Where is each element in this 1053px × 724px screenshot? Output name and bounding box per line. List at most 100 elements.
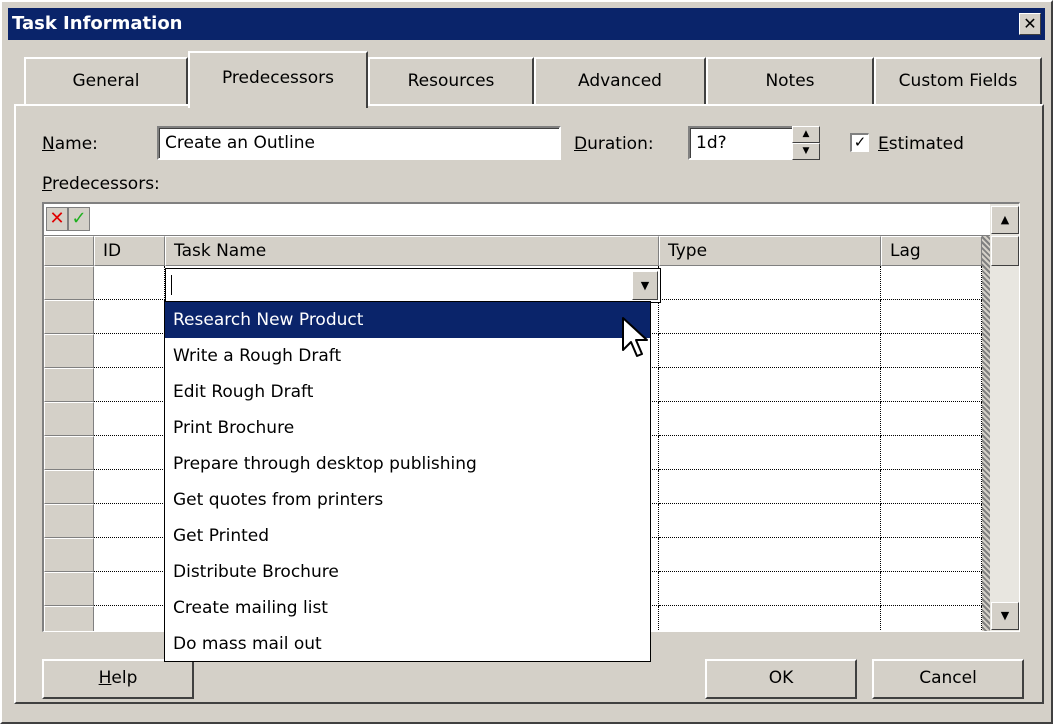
duration-label: Duration: bbox=[574, 134, 654, 154]
grid-cell[interactable] bbox=[94, 538, 165, 572]
grid-cell[interactable] bbox=[94, 436, 165, 470]
grid-cell[interactable] bbox=[881, 334, 982, 368]
title-bar: Task Information ✕ bbox=[8, 8, 1045, 40]
grid-cell[interactable] bbox=[881, 572, 982, 606]
tab-label: Advanced bbox=[578, 71, 662, 91]
grid-cell[interactable] bbox=[881, 470, 982, 504]
window-title: Task Information bbox=[12, 13, 183, 34]
grid-cell[interactable] bbox=[94, 334, 165, 368]
column-header-id[interactable]: ID bbox=[94, 236, 165, 266]
tab-notes[interactable]: Notes bbox=[706, 57, 874, 105]
row-header[interactable] bbox=[44, 300, 94, 334]
grid-cell[interactable] bbox=[659, 436, 881, 470]
dropdown-item[interactable]: Get Printed bbox=[165, 518, 650, 554]
grid-cell[interactable] bbox=[94, 606, 165, 631]
grid-cell[interactable] bbox=[659, 334, 881, 368]
scroll-thumb[interactable] bbox=[991, 236, 1019, 266]
grid-cell[interactable] bbox=[659, 606, 881, 631]
dropdown-arrow-icon[interactable]: ▼ bbox=[632, 271, 658, 300]
entry-bar[interactable]: ✕ ✓ bbox=[44, 204, 1019, 236]
row-header[interactable] bbox=[44, 266, 94, 300]
grid-cell[interactable] bbox=[659, 368, 881, 402]
corner-header bbox=[44, 236, 94, 266]
grid-cell[interactable] bbox=[659, 538, 881, 572]
dropdown-item[interactable]: Get quotes from printers bbox=[165, 482, 650, 518]
predecessors-label: Predecessors: bbox=[42, 174, 160, 194]
spin-down-icon[interactable]: ▼ bbox=[792, 143, 820, 160]
dropdown-item[interactable]: Prepare through desktop publishing bbox=[165, 446, 650, 482]
column-header-type[interactable]: Type bbox=[659, 236, 881, 266]
grid-cell[interactable] bbox=[94, 470, 165, 504]
row-header[interactable] bbox=[44, 606, 94, 631]
grid-cell[interactable] bbox=[94, 266, 165, 300]
scroll-up-icon[interactable]: ▲ bbox=[991, 206, 1019, 234]
vertical-scrollbar[interactable]: ▲ ▼ bbox=[990, 204, 1019, 631]
grid-cell[interactable] bbox=[881, 606, 982, 631]
row-header[interactable] bbox=[44, 368, 94, 402]
task-information-dialog: Task Information ✕ General Predecessors … bbox=[0, 0, 1053, 724]
accept-edit-icon[interactable]: ✓ bbox=[68, 207, 90, 231]
tab-general[interactable]: General bbox=[24, 57, 188, 105]
spin-up-icon[interactable]: ▲ bbox=[792, 126, 820, 143]
split-bar[interactable] bbox=[982, 236, 990, 631]
dropdown-item[interactable]: Write a Rough Draft bbox=[165, 338, 650, 374]
grid-cell[interactable] bbox=[659, 504, 881, 538]
grid-cell[interactable] bbox=[881, 504, 982, 538]
duration-spinner[interactable]: ▲ ▼ bbox=[792, 126, 820, 160]
grid-cell[interactable] bbox=[881, 436, 982, 470]
grid-cell[interactable] bbox=[659, 470, 881, 504]
mouse-pointer-icon bbox=[622, 317, 648, 357]
help-button[interactable]: Help bbox=[42, 659, 194, 699]
name-field[interactable]: Create an Outline bbox=[157, 126, 561, 160]
task-name-edit-cell[interactable]: ▼ bbox=[165, 268, 661, 303]
task-dropdown-list[interactable]: Research New Product Write a Rough Draft… bbox=[164, 301, 651, 662]
tab-label: Custom Fields bbox=[898, 71, 1018, 91]
row-header[interactable] bbox=[44, 572, 94, 606]
estimated-checkbox[interactable]: ✓ bbox=[850, 133, 869, 152]
grid-cell[interactable] bbox=[881, 266, 982, 300]
row-header[interactable] bbox=[44, 504, 94, 538]
grid-cell[interactable] bbox=[659, 572, 881, 606]
column-header-lag[interactable]: Lag bbox=[881, 236, 982, 266]
column-header-task-name[interactable]: Task Name bbox=[165, 236, 659, 266]
grid-cell[interactable] bbox=[94, 402, 165, 436]
tab-predecessors[interactable]: Predecessors bbox=[188, 51, 368, 108]
dropdown-item[interactable]: Distribute Brochure bbox=[165, 554, 650, 590]
dropdown-item[interactable]: Edit Rough Draft bbox=[165, 374, 650, 410]
row-header[interactable] bbox=[44, 538, 94, 572]
tab-custom-fields[interactable]: Custom Fields bbox=[874, 57, 1042, 105]
duration-field[interactable]: 1d? bbox=[688, 126, 794, 160]
tab-label: Predecessors bbox=[221, 68, 335, 88]
grid-cell[interactable] bbox=[94, 368, 165, 402]
cancel-edit-icon[interactable]: ✕ bbox=[46, 207, 68, 231]
row-header[interactable] bbox=[44, 334, 94, 368]
grid-cell[interactable] bbox=[659, 266, 881, 300]
grid-cell[interactable] bbox=[881, 300, 982, 334]
tab-label: Resources bbox=[407, 71, 495, 91]
grid-cell[interactable] bbox=[94, 300, 165, 334]
tab-advanced[interactable]: Advanced bbox=[534, 57, 706, 105]
tab-label: General bbox=[72, 71, 140, 91]
tab-resources[interactable]: Resources bbox=[368, 57, 534, 105]
scroll-down-icon[interactable]: ▼ bbox=[991, 602, 1019, 630]
row-header[interactable] bbox=[44, 402, 94, 436]
close-icon[interactable]: ✕ bbox=[1019, 13, 1041, 35]
dropdown-item[interactable]: Print Brochure bbox=[165, 410, 650, 446]
name-label: Name: bbox=[42, 134, 98, 154]
dropdown-item[interactable]: Create mailing list bbox=[165, 590, 650, 626]
dropdown-item[interactable]: Research New Product bbox=[165, 302, 650, 338]
cancel-button[interactable]: Cancel bbox=[872, 659, 1024, 699]
ok-button[interactable]: OK bbox=[705, 659, 857, 699]
grid-cell[interactable] bbox=[659, 402, 881, 436]
grid-cell[interactable] bbox=[94, 504, 165, 538]
text-caret bbox=[171, 275, 172, 295]
grid-cell[interactable] bbox=[881, 368, 982, 402]
estimated-label: Estimated bbox=[878, 134, 964, 154]
row-header[interactable] bbox=[44, 436, 94, 470]
row-header[interactable] bbox=[44, 470, 94, 504]
grid-cell[interactable] bbox=[881, 538, 982, 572]
grid-cell[interactable] bbox=[659, 300, 881, 334]
dropdown-item[interactable]: Do mass mail out bbox=[165, 626, 650, 662]
grid-cell[interactable] bbox=[881, 402, 982, 436]
grid-cell[interactable] bbox=[94, 572, 165, 606]
